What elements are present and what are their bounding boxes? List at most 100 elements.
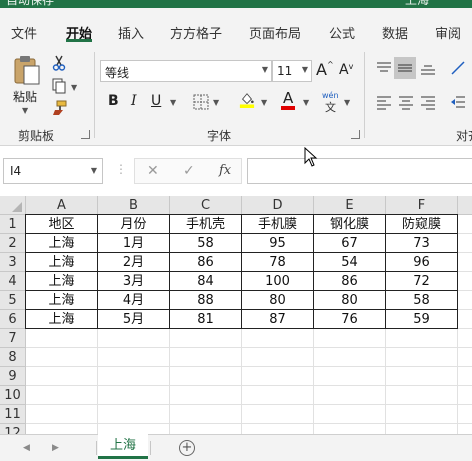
row-header-5[interactable]: 5 (0, 291, 26, 310)
cell-d2[interactable]: 95 (242, 234, 314, 253)
borders-dropdown-icon[interactable]: ▼ (213, 98, 219, 107)
decrease-indent-icon[interactable] (450, 94, 466, 110)
cut-icon[interactable] (51, 55, 67, 71)
cell-d12[interactable] (242, 424, 314, 434)
cell-f11[interactable] (386, 405, 458, 424)
tab-review[interactable]: 审阅 (435, 23, 461, 42)
align-top-icon[interactable] (376, 60, 392, 76)
cell[interactable] (458, 367, 472, 386)
phonetic-guide-button[interactable]: 文 (325, 99, 336, 115)
cell[interactable] (458, 310, 472, 329)
cell-e1[interactable]: 钢化膜 (314, 215, 386, 234)
cell-f8[interactable] (386, 348, 458, 367)
cell-a9[interactable] (26, 367, 98, 386)
cell-b1[interactable]: 月份 (98, 215, 170, 234)
cell[interactable] (458, 348, 472, 367)
row-header-9[interactable]: 9 (0, 367, 26, 386)
cell-c11[interactable] (170, 405, 242, 424)
cell-e11[interactable] (314, 405, 386, 424)
cell-f1[interactable]: 防窥膜 (386, 215, 458, 234)
cell-a6[interactable]: 上海 (26, 310, 98, 329)
row-header-12[interactable]: 12 (0, 424, 26, 434)
cell-e4[interactable]: 86 (314, 272, 386, 291)
cell[interactable] (458, 234, 472, 253)
align-center-icon[interactable] (398, 94, 414, 110)
bold-button[interactable]: B (108, 93, 119, 109)
cell-e2[interactable]: 67 (314, 234, 386, 253)
font-size-combo[interactable]: 11 ▼ (272, 60, 312, 82)
cell-e12[interactable] (314, 424, 386, 434)
cell-e8[interactable] (314, 348, 386, 367)
tab-page-layout[interactable]: 页面布局 (249, 23, 301, 42)
cell-b8[interactable] (98, 348, 170, 367)
font-launcher-icon[interactable] (351, 130, 360, 139)
paste-icon[interactable] (13, 55, 41, 85)
cell[interactable] (458, 253, 472, 272)
phonetic-dropdown-icon[interactable]: ▼ (344, 98, 350, 107)
copy-dropdown-icon[interactable]: ▼ (71, 83, 77, 92)
cell-a8[interactable] (26, 348, 98, 367)
row-header-1[interactable]: 1 (0, 215, 26, 234)
cell-f9[interactable] (386, 367, 458, 386)
cell-a4[interactable]: 上海 (26, 272, 98, 291)
row-header-11[interactable]: 11 (0, 405, 26, 424)
formula-input[interactable] (247, 158, 472, 184)
cell-d6[interactable]: 87 (242, 310, 314, 329)
format-painter-icon[interactable] (51, 100, 67, 116)
paste-button[interactable]: 粘贴 (13, 88, 37, 105)
italic-button[interactable]: I (131, 93, 137, 109)
insert-function-icon[interactable]: fx (219, 163, 231, 178)
cell-e7[interactable] (314, 329, 386, 348)
tab-data[interactable]: 数据 (382, 23, 408, 42)
cell[interactable] (458, 291, 472, 310)
column-header-d[interactable]: D (242, 196, 314, 215)
resize-grip-icon[interactable]: ⋮ (115, 162, 127, 176)
sheet-tab-shanghai[interactable]: 上海 (98, 434, 148, 459)
cell-b12[interactable] (98, 424, 170, 434)
column-header-e[interactable]: E (314, 196, 386, 215)
cell-c9[interactable] (170, 367, 242, 386)
row-header-6[interactable]: 6 (0, 310, 26, 329)
tab-fangfang[interactable]: 方方格子 (170, 23, 222, 42)
grow-font-button[interactable]: A^ (316, 60, 334, 79)
tab-file[interactable]: 文件 (11, 23, 37, 42)
cell-d10[interactable] (242, 386, 314, 405)
cell-f3[interactable]: 96 (386, 253, 458, 272)
row-header-8[interactable]: 8 (0, 348, 26, 367)
cell[interactable] (458, 272, 472, 291)
column-header-c[interactable]: C (170, 196, 242, 215)
cell-f6[interactable]: 59 (386, 310, 458, 329)
row-header-10[interactable]: 10 (0, 386, 26, 405)
row-header-3[interactable]: 3 (0, 253, 26, 272)
add-sheet-icon[interactable]: + (179, 440, 195, 456)
font-color-dropdown-icon[interactable]: ▼ (303, 98, 309, 107)
copy-icon[interactable] (51, 78, 67, 94)
align-right-icon[interactable] (420, 94, 436, 110)
sheet-next-icon[interactable]: ▶ (52, 443, 59, 453)
cell-b7[interactable] (98, 329, 170, 348)
cell-d9[interactable] (242, 367, 314, 386)
cell-b9[interactable] (98, 367, 170, 386)
cell-d5[interactable]: 80 (242, 291, 314, 310)
column-header[interactable] (458, 196, 472, 215)
cell-d1[interactable]: 手机膜 (242, 215, 314, 234)
cell[interactable] (458, 386, 472, 405)
cell-a2[interactable]: 上海 (26, 234, 98, 253)
cell-e10[interactable] (314, 386, 386, 405)
borders-icon[interactable] (193, 94, 209, 110)
align-bottom-icon[interactable] (420, 60, 436, 76)
clipboard-launcher-icon[interactable] (81, 130, 90, 139)
align-middle-icon[interactable] (397, 60, 413, 76)
autosave-label[interactable]: 自动保存 (6, 0, 54, 8)
align-left-icon[interactable] (376, 94, 392, 110)
cell-c8[interactable] (170, 348, 242, 367)
cell-c2[interactable]: 58 (170, 234, 242, 253)
cell-b11[interactable] (98, 405, 170, 424)
cancel-icon[interactable]: ✕ (147, 163, 159, 179)
cell-b4[interactable]: 3月 (98, 272, 170, 291)
cell-d7[interactable] (242, 329, 314, 348)
cell-c10[interactable] (170, 386, 242, 405)
enter-icon[interactable]: ✓ (183, 163, 195, 179)
cell-d4[interactable]: 100 (242, 272, 314, 291)
cell[interactable] (458, 405, 472, 424)
